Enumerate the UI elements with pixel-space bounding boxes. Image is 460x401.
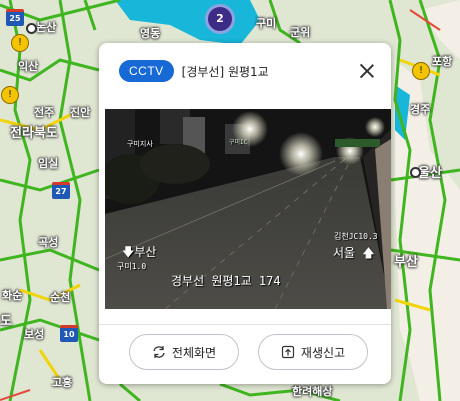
cctv-sign-text: 구미IC [229, 139, 248, 146]
place-label: 도 [0, 314, 12, 329]
warning-icon[interactable]: ! [412, 62, 430, 80]
fullscreen-button[interactable]: 전체화면 [129, 334, 239, 370]
cctv-right-direction: 서울 🡅 [333, 246, 375, 260]
close-icon[interactable] [357, 61, 377, 81]
place-label: 군위 [290, 26, 311, 39]
upload-icon [281, 345, 295, 359]
highway-shield-icon: 27 [52, 182, 70, 199]
place-label: 순천 [50, 291, 71, 304]
city-marker [410, 167, 421, 178]
place-label: 영동 [140, 27, 161, 40]
place-label: 곡성 [38, 236, 59, 249]
place-label: 부산 [394, 255, 418, 270]
warning-icon[interactable]: ! [11, 34, 29, 52]
place-label: 전주 [34, 106, 55, 119]
report-button-label: 재생신고 [300, 345, 346, 360]
place-label: 보성 [24, 328, 45, 341]
place-label: 고흥 [52, 376, 73, 389]
place-label: 포항 [432, 55, 453, 68]
report-button[interactable]: 재생신고 [258, 334, 368, 370]
fullscreen-button-label: 전체화면 [171, 345, 217, 360]
cctv-popup: CCTV [경부선] 원평1교 구미IC 구미지사 🡇부산 구미1.0 김천JC… [99, 43, 391, 384]
popup-title: [경부선] 원평1교 [181, 64, 269, 79]
cctv-left-direction-label: 부산 [134, 245, 157, 259]
cctv-caption: 경부선 원평1교 174 [171, 274, 281, 288]
place-label: 화순 [2, 289, 23, 302]
warning-icon[interactable]: ! [1, 86, 19, 104]
cctv-video[interactable]: 구미IC 구미지사 🡇부산 구미1.0 김천JC10.3 서울 🡅 경부선 원평… [105, 109, 391, 309]
place-label: 논산 [36, 21, 57, 34]
divider [99, 324, 391, 325]
cctv-badge: CCTV [119, 60, 174, 82]
highway-shield-icon: 25 [6, 9, 24, 26]
city-marker [26, 23, 37, 34]
place-label: 경주 [410, 103, 431, 116]
place-label: 울산 [418, 166, 442, 181]
highway-shield-icon: 10 [60, 325, 78, 342]
place-label: 전라북도 [10, 126, 58, 141]
popup-header: CCTV [경부선] 원평1교 [119, 60, 377, 82]
cctv-cluster-marker[interactable]: 2 [205, 4, 235, 34]
place-label: 한려해상 [292, 385, 333, 398]
cctv-left-distance: 구미1.0 [117, 262, 147, 271]
place-label: 임실 [38, 157, 59, 170]
cctv-right-distance: 김천JC10.3 [334, 232, 378, 241]
cctv-right-direction-label: 서울 [333, 246, 356, 260]
refresh-icon [153, 346, 165, 358]
cctv-building-label: 구미지사 [127, 140, 153, 148]
place-label: 익산 [18, 60, 39, 73]
place-label: 진안 [70, 106, 91, 119]
place-label: 구미 [256, 17, 277, 30]
